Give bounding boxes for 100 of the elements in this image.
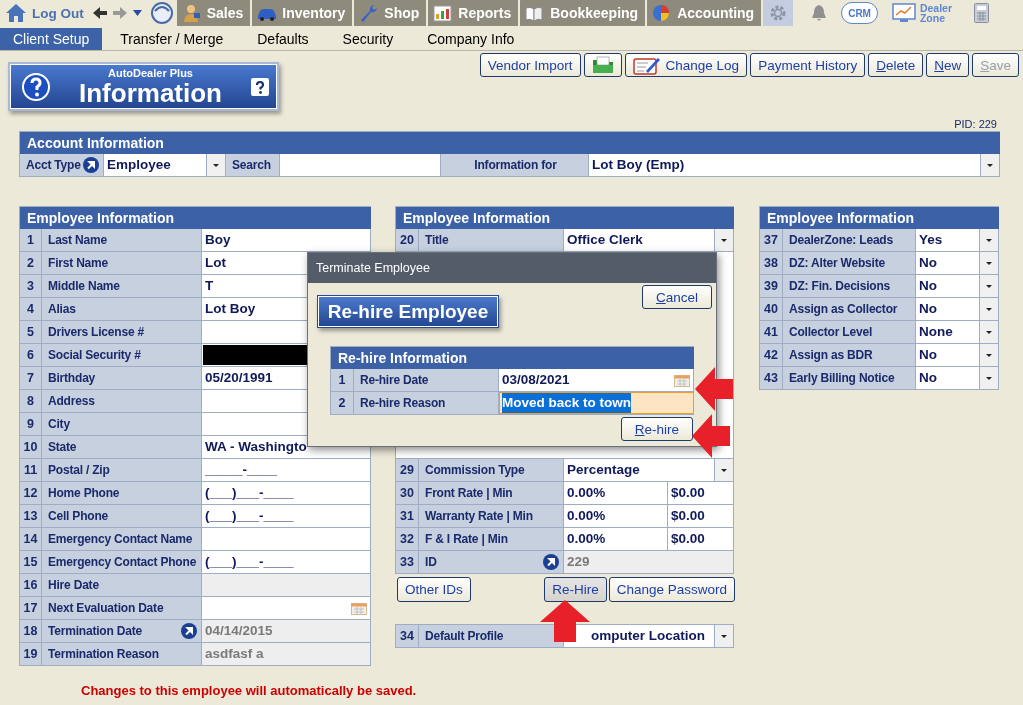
field-label: Drivers License #: [48, 325, 144, 339]
select-field[interactable]: No: [916, 344, 999, 366]
crm-button[interactable]: CRM: [841, 2, 878, 24]
field-label: Warranty Rate | Min: [425, 509, 533, 523]
user-icon[interactable]: [150, 2, 173, 24]
toolbar-button[interactable]: Delete: [868, 53, 924, 77]
calendar-icon: [351, 601, 367, 615]
field-label: Termination Reason: [48, 647, 159, 661]
bell-icon[interactable]: [810, 4, 829, 22]
field-label: Termination Date: [48, 624, 142, 638]
field-label: Acct Type: [26, 158, 81, 172]
field-label: Commission Type: [425, 463, 525, 477]
select-field[interactable]: omputer Location: [564, 625, 734, 647]
search-field[interactable]: [280, 154, 441, 176]
calculator-icon[interactable]: [973, 3, 989, 23]
person-icon: [181, 3, 201, 23]
select-field[interactable]: Employee: [104, 154, 226, 176]
input-field[interactable]: (___)___-____: [202, 505, 371, 527]
input-field[interactable]: Boy: [202, 229, 371, 251]
field-label: Emergency Contact Name: [48, 532, 193, 546]
input-field[interactable]: Moved back to town: [499, 392, 694, 414]
dialog-title: Terminate Employee: [308, 253, 716, 283]
field-label: DZ: Fin. Decisions: [789, 279, 891, 293]
select-field[interactable]: No: [916, 275, 999, 297]
input-field[interactable]: [202, 528, 371, 550]
caret-icon: [721, 238, 727, 242]
tab[interactable]: Defaults: [241, 28, 325, 50]
action-button[interactable]: Re-Hire: [544, 577, 607, 602]
input-field[interactable]: (___)___-____: [202, 482, 371, 504]
toolbar-button[interactable]: Payment History: [750, 53, 866, 77]
field-label: Default Profile: [425, 629, 504, 643]
annotation-arrow: [692, 414, 730, 458]
back-arrow-icon[interactable]: [92, 6, 107, 20]
select-field[interactable]: Office Clerk: [564, 229, 734, 251]
field-label: Search: [232, 158, 271, 172]
select-field[interactable]: Yes: [916, 229, 999, 251]
field-label: Birthday: [48, 371, 96, 385]
change-log-button[interactable]: Change Log: [624, 53, 748, 77]
input-field[interactable]: 0.00%: [564, 505, 668, 527]
field-label: DZ: Alter Website: [789, 256, 885, 270]
rehire-button[interactable]: Re-hire: [620, 417, 693, 441]
panel-header: Account Information: [20, 132, 1000, 154]
settings-button[interactable]: [763, 0, 794, 26]
input-field[interactable]: $0.00: [668, 482, 734, 504]
tab[interactable]: Client Setup: [0, 28, 103, 50]
select-field[interactable]: None: [916, 321, 999, 343]
caret-icon[interactable]: [132, 10, 142, 16]
input-field[interactable]: (___)___-____: [202, 551, 371, 573]
panel-header: Employee Information: [20, 207, 371, 229]
field-label: First Name: [48, 256, 109, 270]
chart-icon: [433, 3, 453, 23]
action-button[interactable]: Change Password: [608, 577, 735, 602]
caret-icon: [986, 307, 992, 311]
field-label: ID: [425, 555, 437, 569]
field-label: Home Phone: [48, 486, 120, 500]
folder-button[interactable]: [583, 53, 622, 77]
date-field[interactable]: [202, 597, 371, 619]
help-icon[interactable]: [251, 77, 269, 96]
date-field[interactable]: 03/08/2021: [499, 369, 694, 391]
field-label: Collector Level: [789, 325, 873, 339]
caret-icon: [986, 353, 992, 357]
select-field[interactable]: No: [916, 298, 999, 320]
input-field[interactable]: 0.00%: [564, 528, 668, 550]
field-label: Postal / Zip: [48, 463, 110, 477]
field-value: asdfasf a: [202, 643, 371, 665]
footer-note: Changes to this employee will automatically be saved.: [81, 683, 417, 698]
select-field[interactable]: Percentage: [564, 459, 734, 481]
toolbar-button[interactable]: New: [926, 53, 970, 77]
input-field[interactable]: $0.00: [668, 505, 734, 527]
cancel-button[interactable]: Cancel: [641, 285, 712, 309]
select-field[interactable]: No: [916, 367, 999, 389]
logout-button[interactable]: Log Out: [0, 0, 90, 26]
caret-icon: [986, 261, 992, 265]
wrench-icon: [359, 3, 379, 23]
input-field[interactable]: 0.00%: [564, 482, 668, 504]
select-field[interactable]: Lot Boy (Emp): [589, 154, 1000, 176]
annotation-arrow: [695, 367, 733, 411]
field-label: Last Name: [48, 233, 107, 247]
caret-icon: [986, 330, 992, 334]
tab[interactable]: Company Info: [411, 28, 531, 50]
caret-icon: [986, 284, 992, 288]
toolbar-button[interactable]: Vendor Import: [479, 53, 581, 77]
input-field[interactable]: _____-____: [202, 459, 371, 481]
notebook-icon: [632, 55, 661, 75]
field-label: Address: [48, 394, 95, 408]
page-title: Information: [79, 78, 222, 107]
annotation-arrow: [540, 600, 590, 642]
tab[interactable]: Transfer / Merge: [104, 28, 240, 50]
action-button[interactable]: Other IDs: [397, 577, 471, 602]
field-label: Alias: [48, 302, 76, 316]
panel-header: Employee Information: [760, 207, 999, 229]
select-field[interactable]: No: [916, 252, 999, 274]
field-label: F & I Rate | Min: [425, 532, 508, 546]
monitor-icon: [891, 3, 916, 23]
panel-header: Employee Information: [396, 207, 734, 229]
field-label: Emergency Contact Phone: [48, 555, 197, 569]
field-label: Re-hire Reason: [360, 396, 446, 410]
forward-arrow-icon[interactable]: [112, 6, 127, 20]
input-field[interactable]: $0.00: [668, 528, 734, 550]
tab[interactable]: Security: [326, 28, 410, 50]
